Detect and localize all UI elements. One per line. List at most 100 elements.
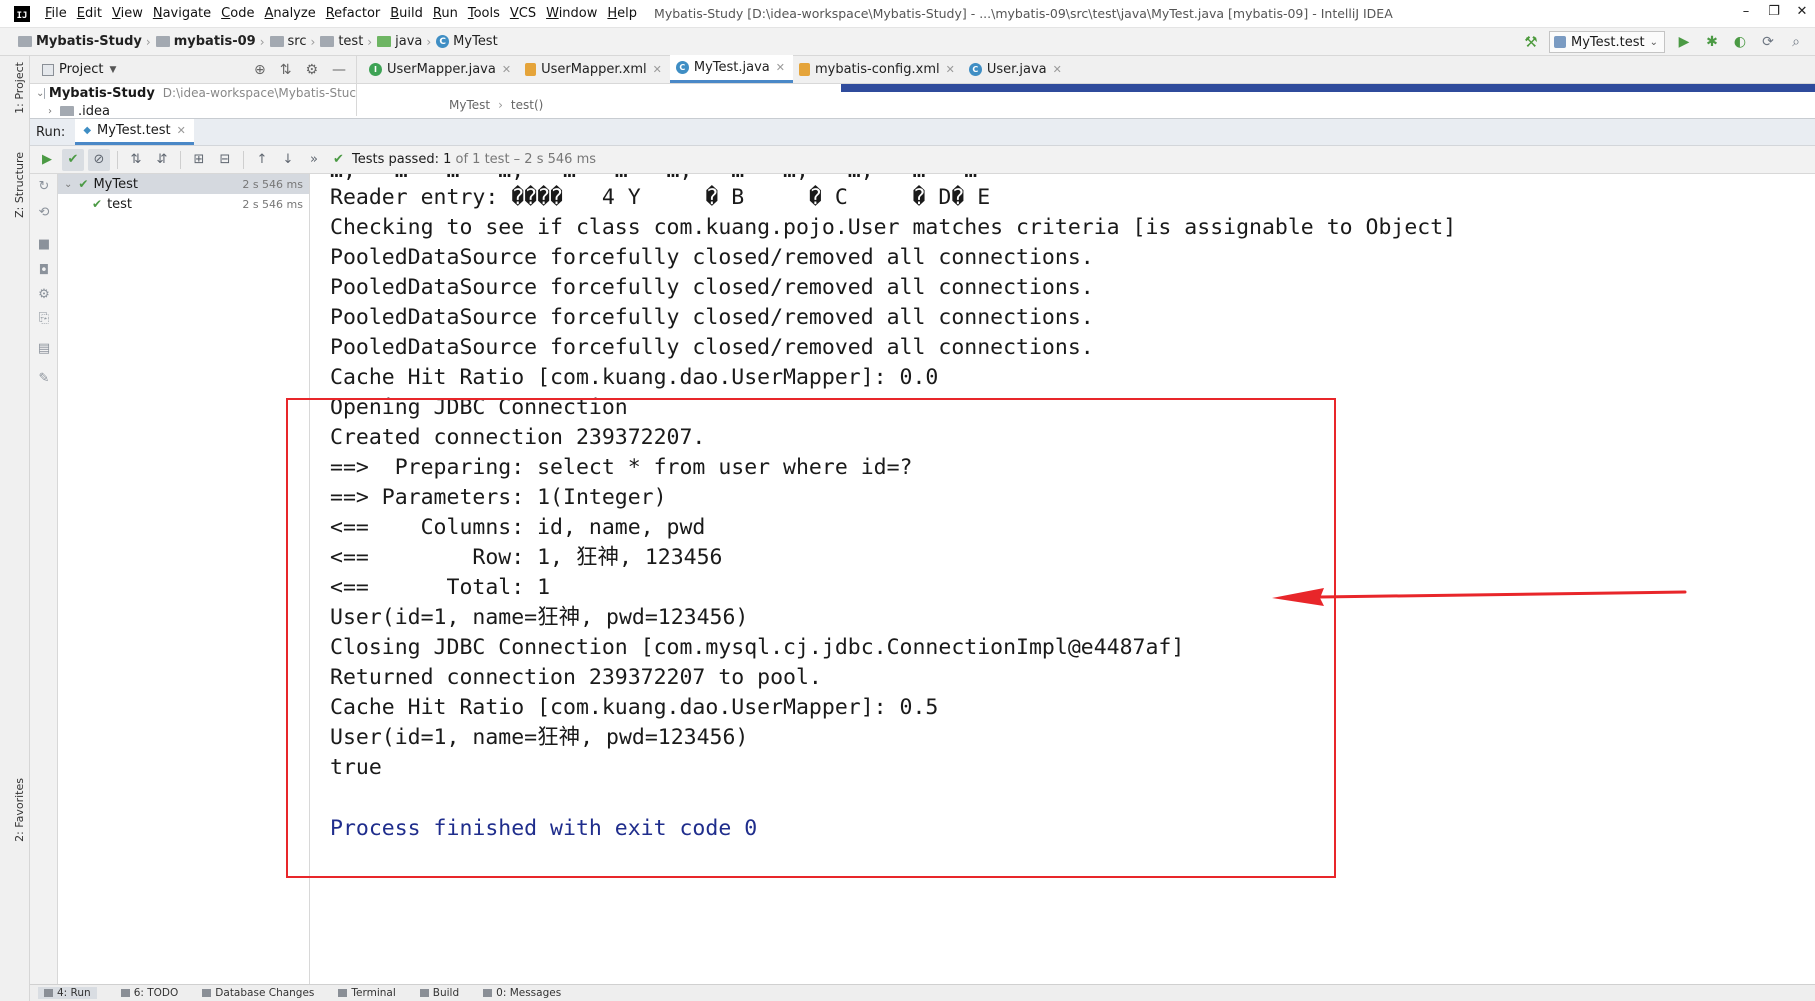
run-icon — [44, 989, 53, 997]
test-case-test[interactable]: ✔ test 2 s 546 ms — [58, 194, 309, 214]
chevron-down-icon[interactable]: ⌄ — [64, 179, 72, 190]
search-everywhere-icon[interactable]: ⌕ — [1787, 33, 1805, 51]
menu-vcs[interactable]: VCS — [505, 6, 541, 21]
console-output[interactable]: …, … … …, … … …, … …, …, … … Reader entr… — [310, 174, 1815, 984]
close-icon[interactable]: ✕ — [946, 63, 955, 76]
build-hammer-icon[interactable]: ⚒ — [1523, 34, 1539, 50]
run-tab-mytest[interactable]: ◆ MyTest.test ✕ — [75, 119, 194, 145]
chevron-down-icon[interactable]: ▼ — [109, 65, 116, 75]
camera-icon[interactable]: ◘ — [35, 262, 53, 280]
menu-refactor[interactable]: Refactor — [321, 6, 386, 21]
export-icon[interactable]: ⎘ — [35, 310, 53, 328]
intellij-logo-icon: IJ — [14, 5, 30, 22]
structure-tool-tab[interactable]: Z: Structure — [13, 152, 26, 218]
crumb-project[interactable]: Mybatis-Study — [18, 34, 142, 49]
menu-window[interactable]: Window — [541, 6, 602, 21]
tab-mytest-java[interactable]: C MyTest.java ✕ — [669, 55, 793, 83]
test-duration: 2 s 546 ms — [242, 197, 303, 211]
project-view-select[interactable]: Project — [59, 62, 103, 77]
bottom-tab-todo[interactable]: 6: TODO — [120, 987, 178, 999]
bottom-tool-bar: 4: Run 6: TODO Database Changes Terminal… — [30, 984, 1815, 1001]
tab-user-java[interactable]: C User.java ✕ — [963, 55, 1070, 83]
menu-code[interactable]: Code — [216, 6, 259, 21]
pin-icon[interactable]: ✎ — [35, 370, 53, 388]
tab-usermapper-xml[interactable]: UserMapper.xml ✕ — [519, 55, 670, 83]
console-line: User(id=1, name=狂神, pwd=123456) — [330, 605, 749, 630]
expand-all-icon[interactable]: ⊞ — [188, 149, 210, 171]
bottom-tab-run[interactable]: 4: Run — [38, 987, 97, 999]
collapse-all-icon[interactable]: ⊟ — [214, 149, 236, 171]
class-icon: C — [968, 62, 982, 76]
minimize-icon[interactable]: – — [1739, 4, 1753, 19]
rerun-icon[interactable]: ▶ — [36, 149, 58, 171]
bottom-tab-build[interactable]: Build — [419, 987, 459, 999]
arrow-up-icon[interactable]: ↑ — [251, 149, 273, 171]
close-icon[interactable]: ✕ — [1053, 63, 1062, 76]
locate-icon[interactable]: ⊕ — [254, 62, 266, 78]
menu-file[interactable]: File — [40, 6, 72, 21]
coverage-icon[interactable]: ◐ — [1731, 33, 1749, 51]
close-icon[interactable]: ✕ — [177, 124, 186, 137]
tree-item-idea[interactable]: › .idea — [30, 102, 356, 116]
chevron-right-icon: › — [426, 34, 432, 49]
project-tool-tab[interactable]: 1: Project — [13, 62, 26, 114]
collapse-all-icon[interactable]: ⇅ — [280, 62, 292, 78]
run-config-select[interactable]: MyTest.test ⌄ — [1549, 31, 1665, 53]
bottom-tab-messages[interactable]: 0: Messages — [483, 987, 561, 999]
breadcrumb-class[interactable]: MyTest — [449, 98, 490, 112]
settings-icon[interactable]: ⚙ — [35, 286, 53, 304]
tab-mybatis-config-xml[interactable]: mybatis-config.xml ✕ — [793, 55, 963, 83]
close-icon[interactable]: ✕ — [653, 63, 662, 76]
bottom-tab-database-changes[interactable]: Database Changes — [202, 987, 314, 999]
favorites-tool-tab[interactable]: 2: Favorites — [13, 778, 26, 842]
crumb-module[interactable]: mybatis-09 — [155, 34, 256, 49]
console-line: true — [330, 755, 382, 780]
chevron-right-icon[interactable]: › — [48, 106, 60, 117]
arrow-down-icon[interactable]: ↓ — [277, 149, 299, 171]
close-icon[interactable]: ✕ — [1795, 4, 1809, 19]
console-line: PooledDataSource forcefully closed/remov… — [330, 305, 1094, 330]
chevron-right-icon: › — [259, 34, 265, 49]
tree-root[interactable]: ⌄ Mybatis-Study D:\idea-workspace\Mybati… — [30, 84, 356, 102]
tab-usermapper-java[interactable]: I UserMapper.java ✕ — [363, 55, 519, 83]
console-line: ==> Preparing: select * from user where … — [330, 455, 913, 480]
console-line: User(id=1, name=狂神, pwd=123456) — [330, 725, 749, 750]
menu-build[interactable]: Build — [385, 6, 428, 21]
menu-navigate[interactable]: Navigate — [148, 6, 216, 21]
close-icon[interactable]: ✕ — [502, 63, 511, 76]
profile-icon[interactable]: ⟳ — [1759, 33, 1777, 51]
show-passed-icon[interactable]: ✔ — [62, 148, 84, 171]
menu-view[interactable]: View — [107, 6, 148, 21]
sort-alpha-icon[interactable]: ⇅ — [125, 149, 147, 171]
rerun-failed-icon[interactable]: ↻ — [35, 178, 53, 196]
hide-icon[interactable]: — — [332, 62, 346, 78]
chevron-right-icon: › — [498, 98, 503, 112]
chevron-down-icon[interactable]: ⌄ — [36, 88, 44, 99]
crumb-class[interactable]: C MyTest — [436, 34, 498, 49]
menu-help[interactable]: Help — [602, 6, 642, 21]
more-icon[interactable]: » — [303, 149, 325, 171]
debug-icon[interactable]: ✱ — [1703, 33, 1721, 51]
editor-area[interactable] — [356, 84, 1815, 94]
layout-icon[interactable]: ▤ — [35, 340, 53, 358]
menu-analyze[interactable]: Analyze — [259, 6, 320, 21]
maximize-icon[interactable]: ❐ — [1767, 4, 1781, 19]
crumb-java[interactable]: java — [377, 34, 422, 49]
console-line: Cache Hit Ratio [com.kuang.dao.UserMappe… — [330, 695, 939, 720]
toggle-auto-test-icon[interactable]: ⟲ — [35, 204, 53, 222]
class-icon: C — [436, 35, 450, 48]
test-suite-mytest[interactable]: ⌄ ✔ MyTest 2 s 546 ms — [58, 174, 309, 194]
run-icon[interactable]: ▶ — [1675, 33, 1693, 51]
breadcrumb-method[interactable]: test() — [511, 98, 543, 112]
sort-duration-icon[interactable]: ⇵ — [151, 149, 173, 171]
gear-icon[interactable]: ⚙ — [305, 62, 318, 78]
show-ignored-icon[interactable]: ⊘ — [88, 148, 110, 171]
stop-icon[interactable]: ■ — [35, 236, 53, 254]
menu-tools[interactable]: Tools — [463, 6, 505, 21]
close-icon[interactable]: ✕ — [776, 61, 785, 74]
crumb-src[interactable]: src — [269, 34, 307, 49]
menu-run[interactable]: Run — [428, 6, 463, 21]
menu-edit[interactable]: Edit — [72, 6, 107, 21]
crumb-test[interactable]: test — [320, 34, 363, 49]
bottom-tab-terminal[interactable]: Terminal — [338, 987, 396, 999]
